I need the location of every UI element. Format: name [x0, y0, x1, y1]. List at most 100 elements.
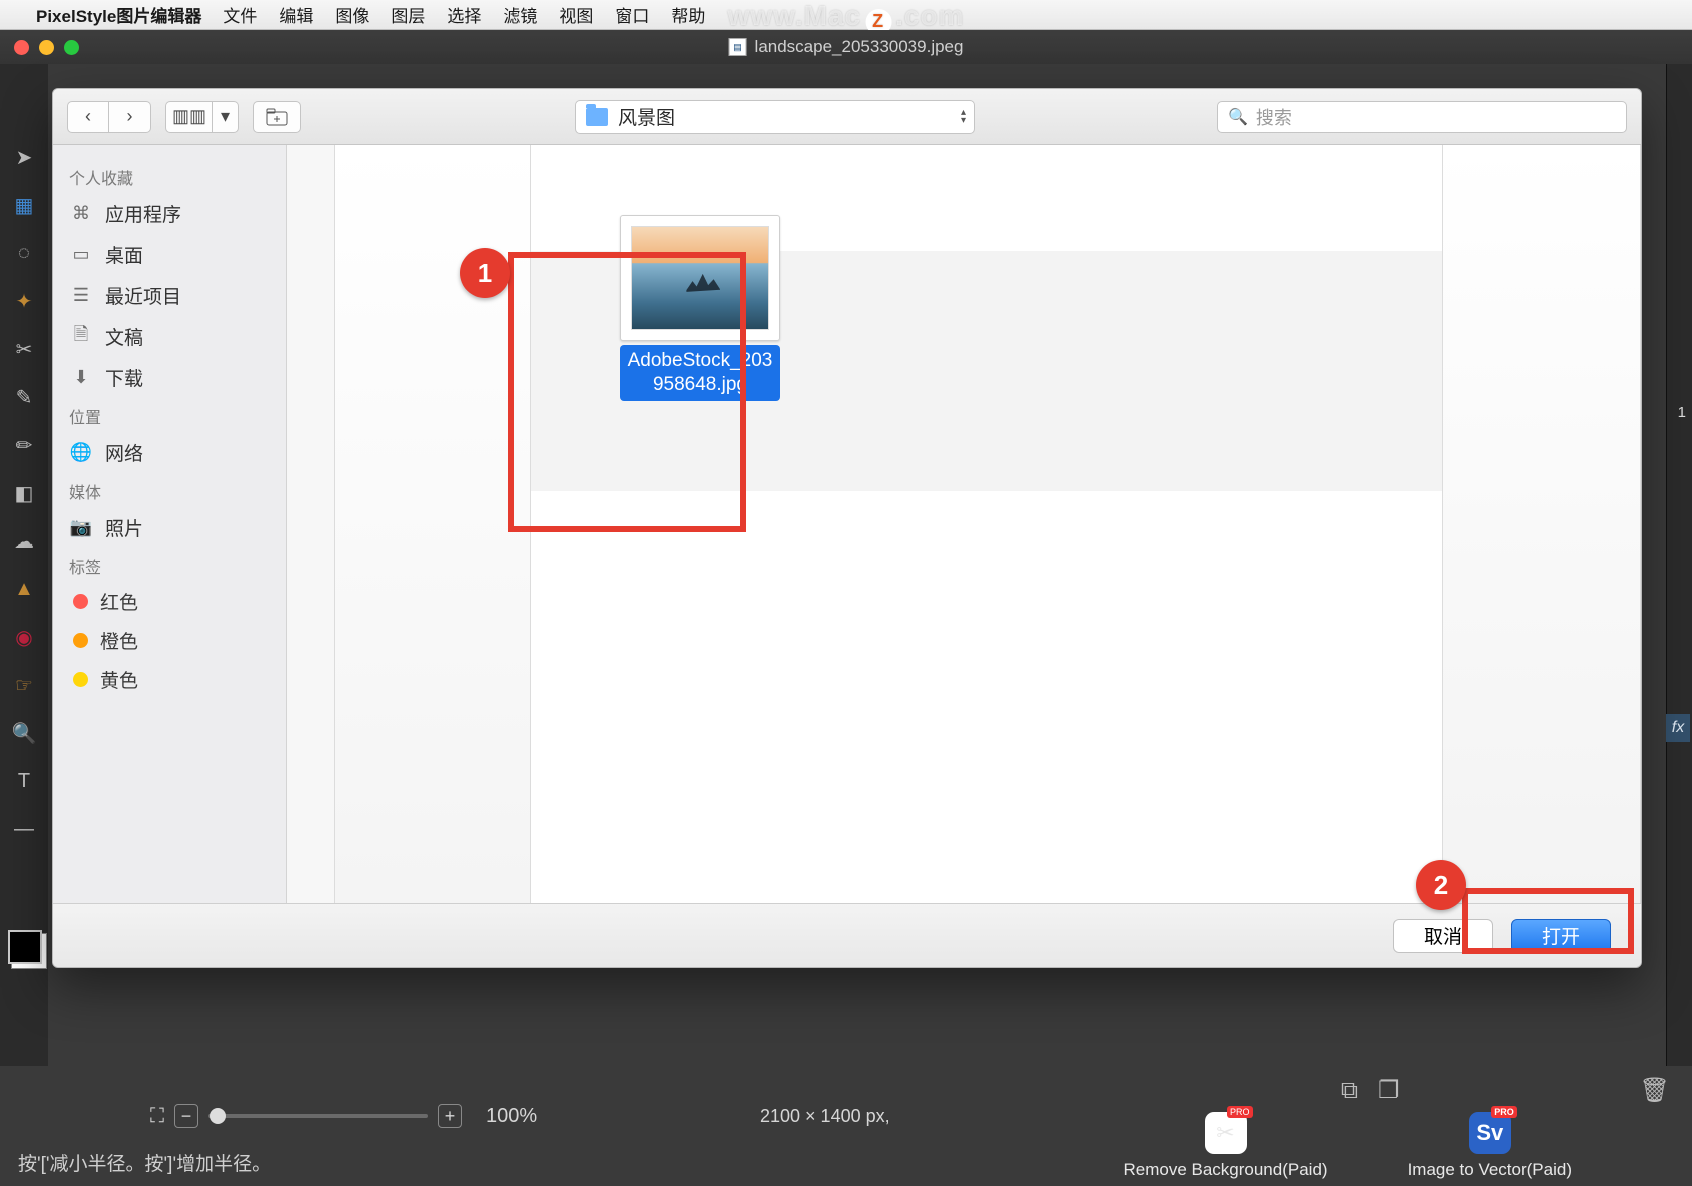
sidebar-item-downloads[interactable]: ⬇下载: [53, 357, 286, 398]
menu-layer[interactable]: 图层: [391, 2, 425, 27]
cancel-button[interactable]: 取消: [1393, 919, 1493, 953]
menu-window[interactable]: 窗口: [615, 2, 649, 27]
editor-titlebar: ▤ landscape_205330039.jpeg: [0, 30, 1692, 64]
new-folder-button[interactable]: [253, 101, 301, 133]
search-input[interactable]: 🔍 搜索: [1217, 101, 1627, 133]
pro-badge-icon: PRO: [1227, 1106, 1253, 1118]
sidebar-item-applications[interactable]: ⌘ 应用程序: [53, 193, 286, 234]
sidebar-item-photos[interactable]: 📷 照片: [53, 507, 286, 548]
view-mode-dropdown-icon[interactable]: ▾: [213, 101, 239, 133]
sidebar-item-label: 红色: [100, 588, 138, 615]
column-root[interactable]: [287, 145, 335, 903]
sidebar-item-network[interactable]: 🌐网络: [53, 432, 286, 473]
document-type-icon: ▤: [729, 38, 747, 56]
marquee-tool-icon[interactable]: ▦: [9, 192, 39, 218]
annotation-badge-1: 1: [460, 248, 510, 298]
lasso-tool-icon[interactable]: ◌: [9, 240, 39, 266]
sidebar-item-documents[interactable]: 🗎文稿: [53, 316, 286, 357]
ruler-tool-icon[interactable]: ―: [9, 816, 39, 842]
zoom-slider[interactable]: [208, 1114, 428, 1118]
menu-edit[interactable]: 编辑: [279, 2, 313, 27]
path-dropdown[interactable]: 风景图 ▴▾: [575, 100, 975, 134]
loupe-tool-icon[interactable]: 🔍: [9, 720, 39, 746]
menu-select[interactable]: 选择: [447, 2, 481, 27]
menu-file[interactable]: 文件: [223, 2, 257, 27]
sidebar-item-label: 照片: [105, 514, 143, 541]
app-remove-background[interactable]: ✂PRO Remove Background(Paid): [1123, 1112, 1327, 1180]
sidebar-item-label: 最近项目: [105, 282, 181, 309]
tag-dot-icon: [73, 672, 88, 687]
stamp-tool-icon[interactable]: ▲: [9, 576, 39, 602]
document-title: landscape_205330039.jpeg: [755, 37, 964, 57]
app-label: Image to Vector(Paid): [1408, 1160, 1572, 1180]
fit-screen-icon[interactable]: ⛶: [150, 1105, 164, 1128]
sidebar-item-recents[interactable]: ☰ 最近项目: [53, 275, 286, 316]
sidebar-item-label: 桌面: [105, 241, 143, 268]
app-label: Remove Background(Paid): [1123, 1160, 1327, 1180]
app-image-to-vector[interactable]: SvPRO Image to Vector(Paid): [1408, 1112, 1572, 1180]
editor-status-bar: ⧉ ❐ 🗑 ⛶ − + 100% 2100 × 1400 px, ✂PRO Re…: [0, 1066, 1692, 1186]
editor-tool-strip: ➤ ▦ ◌ ✦ ✂ ✎ ✏ ◧ ☁ ▲ ◉ ☞ 🔍 T ―: [0, 64, 48, 1066]
menu-filter[interactable]: 滤镜: [503, 2, 537, 27]
column-preview: [1443, 145, 1641, 903]
wand-tool-icon[interactable]: ✦: [9, 288, 39, 314]
zoom-slider-knob-icon[interactable]: [210, 1108, 226, 1124]
close-window-icon[interactable]: [14, 40, 29, 55]
folder-plus-icon: [266, 108, 288, 126]
search-placeholder: 搜索: [1256, 104, 1292, 130]
pencil-tool-icon[interactable]: ✏: [9, 432, 39, 458]
eraser-tool-icon[interactable]: ◧: [9, 480, 39, 506]
tag-dot-icon: [73, 633, 88, 648]
redeye-tool-icon[interactable]: ◉: [9, 624, 39, 650]
smudge-tool-icon[interactable]: ☁: [9, 528, 39, 554]
dialog-sidebar: 个人收藏 ⌘应用程序 ▭桌面 ☰最近项目 🗎文稿 ⬇下载 位置 🌐网络 媒体 📷…: [53, 145, 287, 903]
text-tool-icon[interactable]: T: [9, 768, 39, 794]
sidebar-item-desktop[interactable]: ▭ 桌面: [53, 234, 286, 275]
path-label: 风景图: [618, 103, 675, 130]
move-tool-icon[interactable]: ➤: [9, 144, 39, 170]
open-button[interactable]: 打开: [1511, 919, 1611, 953]
zoom-out-button[interactable]: −: [174, 1104, 198, 1128]
sidebar-item-label: 黄色: [100, 666, 138, 693]
sidebar-tag-red[interactable]: 红色: [53, 582, 286, 621]
editor-right-strip: 1 fx: [1666, 64, 1692, 1066]
minimize-window-icon[interactable]: [39, 40, 54, 55]
menu-view[interactable]: 视图: [559, 2, 593, 27]
file-thumbnail-frame: [620, 215, 780, 341]
zoom-window-icon[interactable]: [64, 40, 79, 55]
app-menu[interactable]: PixelStyle图片编辑器: [36, 2, 201, 27]
crop-tool-icon[interactable]: ✂: [9, 336, 39, 362]
network-icon: 🌐: [69, 443, 93, 463]
sidebar-tag-yellow[interactable]: 黄色: [53, 660, 286, 699]
folder-icon: [586, 108, 608, 126]
sv-icon: SvPRO: [1469, 1112, 1511, 1154]
window-controls: [0, 40, 79, 55]
sidebar-item-label: 文稿: [105, 323, 143, 350]
nav-back-button[interactable]: ‹: [67, 101, 109, 133]
search-icon: 🔍: [1228, 107, 1248, 127]
dialog-footer: 取消 打开: [53, 903, 1641, 967]
sidebar-tag-orange[interactable]: 橙色: [53, 621, 286, 660]
sidebar-item-label: 应用程序: [105, 200, 181, 227]
nav-forward-button[interactable]: ›: [109, 101, 151, 133]
zoom-percent-label: 100%: [486, 1105, 537, 1128]
sidebar-head-media: 媒体: [53, 473, 286, 507]
applications-icon: ⌘: [69, 204, 93, 224]
recents-icon: ☰: [69, 286, 93, 306]
color-swatch-icon[interactable]: [8, 930, 42, 964]
desktop-icon: ▭: [69, 245, 93, 265]
scissors-icon: ✂PRO: [1205, 1112, 1247, 1154]
brush-tool-icon[interactable]: ✎: [9, 384, 39, 410]
menu-image[interactable]: 图像: [335, 2, 369, 27]
file-thumbnail-image: [631, 226, 769, 330]
column-files[interactable]: AdobeStock_203958648.jpg: [531, 145, 1443, 903]
file-item-selected[interactable]: AdobeStock_203958648.jpg: [595, 215, 805, 401]
layer-count-label: 1: [1678, 404, 1686, 421]
canvas-dimensions-label: 2100 × 1400 px,: [760, 1106, 890, 1127]
menu-help[interactable]: 帮助: [671, 2, 705, 27]
fx-button[interactable]: fx: [1666, 714, 1690, 742]
zoom-in-button[interactable]: +: [438, 1104, 462, 1128]
view-mode-button[interactable]: ▥▥: [165, 101, 213, 133]
photos-icon: 📷: [69, 518, 93, 538]
finger-tool-icon[interactable]: ☞: [9, 672, 39, 698]
